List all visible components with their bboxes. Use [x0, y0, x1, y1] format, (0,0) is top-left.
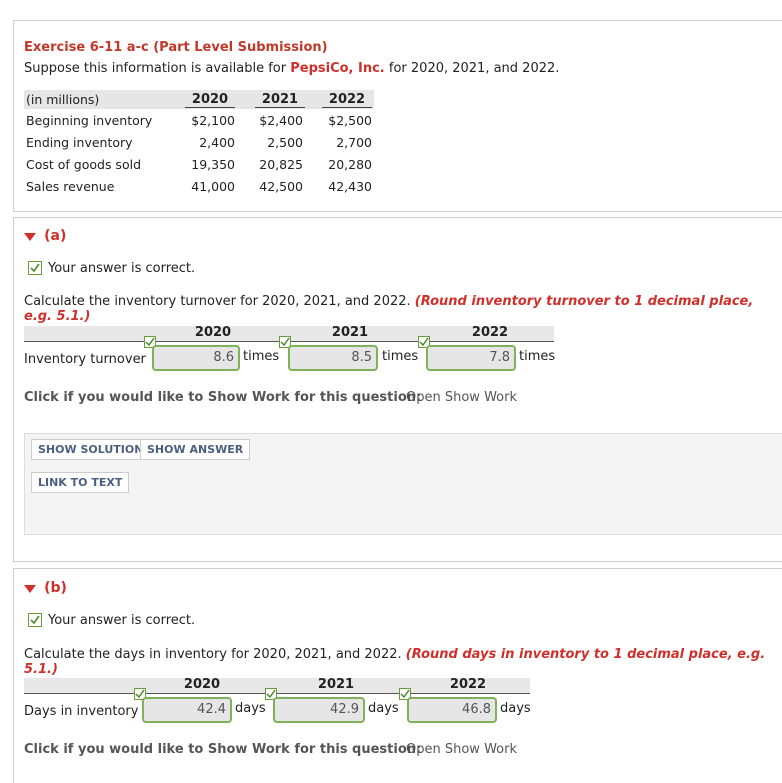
intro-before: Suppose this information is available fo…: [24, 61, 287, 76]
question-text: Calculate the days in inventory for 2020…: [24, 647, 402, 662]
unit-label: days: [368, 701, 399, 716]
cell: $2,100: [191, 113, 235, 128]
show-answer-button[interactable]: SHOW ANSWER: [140, 439, 251, 460]
unit-label: days: [235, 701, 266, 716]
question-text: Calculate the inventory turnover for 202…: [24, 294, 411, 309]
collapse-triangle-icon: [24, 584, 36, 593]
answer-year-2021: 2021: [331, 325, 369, 340]
turnover-2021-input[interactable]: 8.5: [288, 345, 378, 371]
open-show-work-link[interactable]: Open Show Work: [406, 742, 517, 757]
show-solution-button[interactable]: SHOW SOLUTION: [31, 439, 151, 460]
cell: 2,700: [336, 135, 372, 150]
part-b-toggle[interactable]: (b): [24, 580, 67, 596]
answer-year-2020: 2020: [183, 677, 221, 692]
row-label-cogs: Cost of goods sold: [26, 157, 142, 172]
cell: 20,825: [259, 157, 303, 172]
turnover-2020-input[interactable]: 8.6: [152, 345, 240, 371]
link-to-text-button[interactable]: LINK TO TEXT: [31, 472, 130, 493]
cell: 2,400: [199, 135, 235, 150]
days-2022-input[interactable]: 46.8: [407, 697, 497, 723]
cell: 2,500: [267, 135, 303, 150]
company-name: PepsiCo, Inc.: [290, 61, 385, 76]
inventory-turnover-label: Inventory turnover: [24, 352, 146, 367]
unit-label: times: [243, 349, 280, 364]
cell: 41,000: [191, 179, 235, 194]
unit-label: times: [382, 349, 419, 364]
exercise-intro: Suppose this information is available fo…: [24, 61, 559, 76]
collapse-triangle-icon: [24, 232, 36, 241]
unit-label: times: [519, 349, 556, 364]
table-year-2021: 2021: [255, 92, 305, 108]
cell: 19,350: [191, 157, 235, 172]
part-a-toggle[interactable]: (a): [24, 228, 66, 244]
part-b-question: Calculate the days in inventory for 2020…: [24, 647, 782, 677]
part-a-label: (a): [44, 228, 67, 244]
turnover-2022-input[interactable]: 7.8: [426, 345, 516, 371]
answer-year-2020: 2020: [194, 325, 232, 340]
correct-message: Your answer is correct.: [48, 613, 196, 628]
correct-check-icon: [28, 613, 42, 627]
cell: 20,280: [328, 157, 372, 172]
answer-year-2021: 2021: [317, 677, 355, 692]
part-a-question: Calculate the inventory turnover for 202…: [24, 294, 782, 324]
days-2020-input[interactable]: 42.4: [142, 697, 232, 723]
correct-message: Your answer is correct.: [48, 261, 196, 276]
part-b-label: (b): [44, 580, 67, 596]
show-work-prompt: Click if you would like to Show Work for…: [24, 390, 422, 405]
table-year-2022: 2022: [322, 92, 372, 108]
table-header-label: (in millions): [26, 92, 100, 107]
table-year-2020: 2020: [185, 92, 235, 108]
exercise-title: Exercise 6-11 a-c (Part Level Submission…: [24, 40, 328, 55]
row-label-ending-inventory: Ending inventory: [26, 135, 133, 150]
days-in-inventory-label: Days in inventory: [24, 704, 139, 719]
cell: $2,500: [328, 113, 372, 128]
show-work-prompt: Click if you would like to Show Work for…: [24, 742, 422, 757]
row-label-sales-revenue: Sales revenue: [26, 179, 115, 194]
cell: $2,400: [259, 113, 303, 128]
cell: 42,500: [259, 179, 303, 194]
correct-check-icon: [28, 261, 42, 275]
answer-year-2022: 2022: [449, 677, 487, 692]
open-show-work-link[interactable]: Open Show Work: [406, 390, 517, 405]
days-2021-input[interactable]: 42.9: [273, 697, 365, 723]
row-label-beginning-inventory: Beginning inventory: [26, 113, 153, 128]
cell: 42,430: [328, 179, 372, 194]
intro-after: for 2020, 2021, and 2022.: [388, 61, 560, 76]
answer-year-2022: 2022: [471, 325, 509, 340]
unit-label: days: [500, 701, 531, 716]
